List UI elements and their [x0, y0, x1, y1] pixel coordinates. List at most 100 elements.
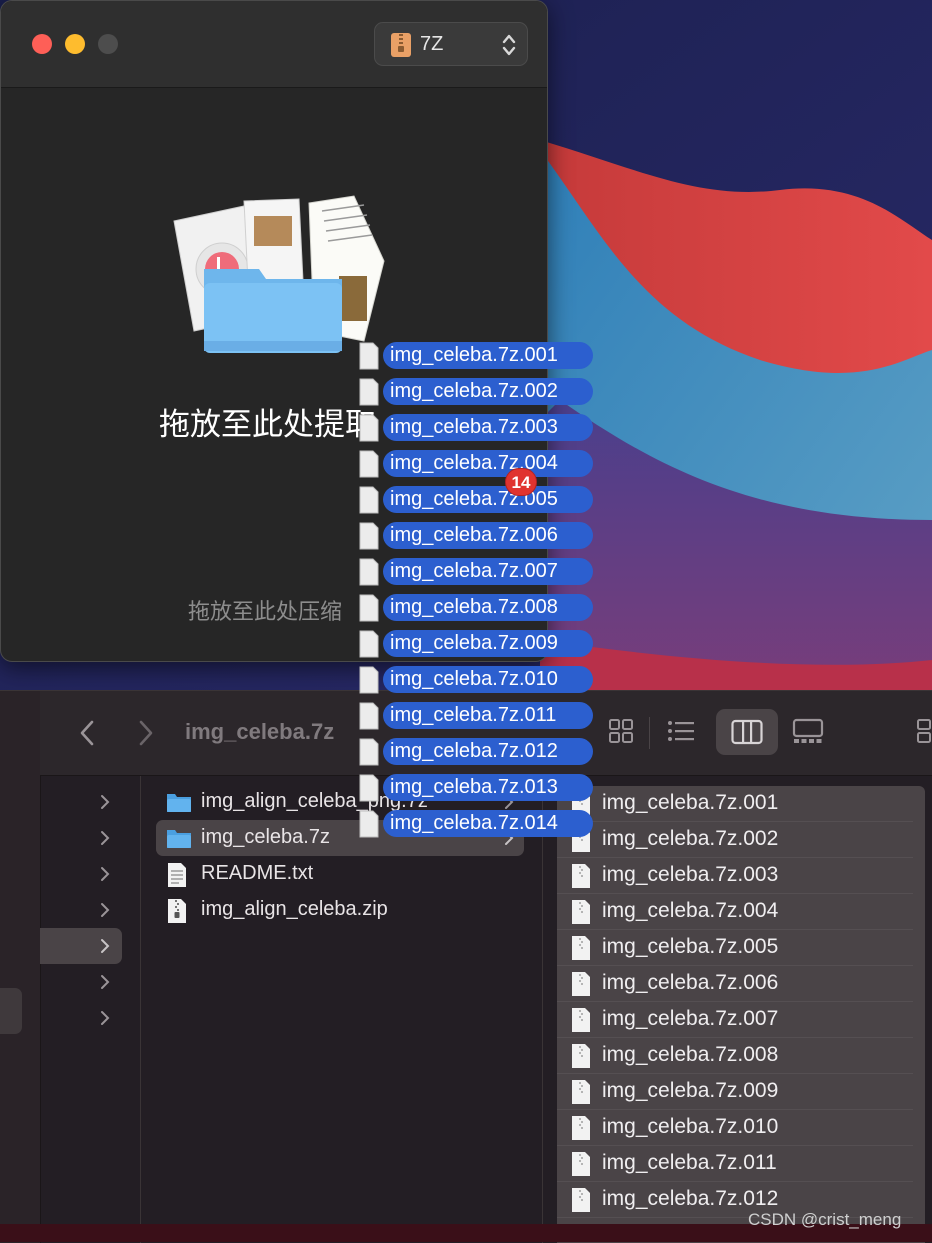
item-label: img_celeba.7z.009	[602, 1079, 779, 1102]
list-item[interactable]: img_celeba.7z.005	[557, 930, 913, 966]
list-item[interactable]: img_celeba.7z.004	[557, 894, 913, 930]
item-label: img_celeba.7z.012	[602, 1187, 779, 1210]
forward-chevron-icon[interactable]	[137, 719, 155, 747]
drag-item-label: img_celeba.7z.007	[390, 560, 558, 582]
chevron-right-icon	[101, 831, 110, 845]
zip-file-icon	[572, 972, 590, 996]
close-window-button[interactable]	[32, 34, 52, 54]
list-item[interactable]: img_celeba.7z.009	[557, 1074, 913, 1110]
archiver-titlebar: 7Z	[1, 1, 547, 88]
list-item[interactable]	[40, 820, 140, 856]
list-item[interactable]: img_celeba.7z.007	[557, 1002, 913, 1038]
item-label: img_celeba.7z.010	[602, 1115, 779, 1138]
format-label: 7Z	[420, 33, 444, 55]
drag-ghost-item: img_celeba.7z.013	[356, 773, 596, 803]
drag-item-label: img_celeba.7z.001	[390, 344, 558, 366]
list-item[interactable]	[40, 892, 140, 928]
column-folder-contents: img_align_celeba_png.7z img_celeba.7z RE…	[140, 776, 543, 1243]
list-item-selected[interactable]	[40, 928, 122, 964]
group-icon[interactable]	[916, 717, 932, 745]
list-item[interactable]: img_celeba.7z.002	[557, 822, 913, 858]
drag-ghost-item: img_celeba.7z.001	[356, 341, 596, 371]
item-label: img_celeba.7z.006	[602, 971, 779, 994]
drag-ghost-item: img_celeba.7z.011	[356, 701, 596, 731]
chevron-right-icon	[101, 939, 110, 953]
drag-label-pill: img_celeba.7z.006	[383, 522, 593, 549]
extract-folder-icon	[173, 195, 385, 353]
list-item[interactable]: img_celeba.7z.001	[557, 786, 913, 822]
list-item[interactable]	[40, 964, 140, 1000]
zip-file-icon	[572, 1116, 590, 1140]
drag-item-label: img_celeba.7z.010	[390, 668, 558, 690]
document-icon	[359, 558, 379, 586]
drag-ghost-list: img_celeba.7z.001 img_celeba.7z.002 img_ce…	[356, 341, 596, 841]
minimize-window-button[interactable]	[65, 34, 85, 54]
list-item[interactable]: img_celeba.7z.010	[557, 1110, 913, 1146]
list-item[interactable]: README.txt	[156, 856, 524, 892]
drag-label-pill: img_celeba.7z.007	[383, 558, 593, 585]
list-item[interactable]	[40, 784, 140, 820]
folder-icon	[167, 794, 191, 812]
gallery-view-icon[interactable]	[792, 717, 824, 745]
item-label: img_celeba.7z.011	[602, 1151, 777, 1174]
zip-file-icon	[572, 936, 590, 960]
drop-to-compress-label: 拖放至此处压缩	[188, 600, 343, 625]
list-item[interactable]: img_celeba.7z.011	[557, 1146, 913, 1182]
zoom-window-button[interactable]	[98, 34, 118, 54]
item-label: img_celeba.7z.003	[602, 863, 779, 886]
list-item[interactable]	[40, 1000, 140, 1036]
window-title: img_celeba.7z	[185, 719, 335, 744]
document-icon	[359, 342, 379, 370]
back-chevron-icon[interactable]	[78, 719, 96, 747]
list-item[interactable]: img_align_celeba.zip	[156, 892, 524, 928]
document-icon	[359, 630, 379, 658]
drag-item-label: img_celeba.7z.012	[390, 740, 558, 762]
list-item[interactable]: img_celeba.7z.008	[557, 1038, 913, 1074]
drag-label-pill: img_celeba.7z.005	[383, 486, 593, 513]
drag-ghost-item: img_celeba.7z.014	[356, 809, 596, 839]
format-select[interactable]: 7Z	[374, 22, 528, 66]
column-view-button[interactable]	[716, 709, 778, 755]
drag-label-pill: img_celeba.7z.013	[383, 774, 593, 801]
document-icon	[359, 594, 379, 622]
document-icon	[359, 378, 379, 406]
item-label: img_celeba.7z.007	[602, 1007, 779, 1030]
list-view-icon[interactable]	[666, 717, 696, 745]
column-archive-parts: img_celeba.7z.001 img_celeba.7z.002 img_ce…	[557, 786, 925, 1243]
zip-archive-icon	[391, 33, 411, 57]
column-view-icon	[731, 719, 763, 745]
drag-ghost-item: img_celeba.7z.007	[356, 557, 596, 587]
list-item[interactable]: img_celeba.7z.003	[557, 858, 913, 894]
drag-label-pill: img_celeba.7z.008	[383, 594, 593, 621]
drag-label-pill: img_celeba.7z.014	[383, 810, 593, 837]
document-icon	[359, 522, 379, 550]
drag-label-pill: img_celeba.7z.012	[383, 738, 593, 765]
drag-item-label: img_celeba.7z.003	[390, 416, 558, 438]
column-parent	[40, 776, 141, 1243]
list-item[interactable]	[40, 856, 140, 892]
drag-label-pill: img_celeba.7z.009	[383, 630, 593, 657]
chevron-right-icon	[101, 975, 110, 989]
drag-ghost-item: img_celeba.7z.006	[356, 521, 596, 551]
sidebar-selected-item[interactable]	[0, 988, 22, 1034]
drag-label-pill: img_celeba.7z.002	[383, 378, 593, 405]
drag-label-pill: img_celeba.7z.004	[383, 450, 593, 477]
toolbar-separator	[649, 717, 650, 749]
drag-ghost-item: img_celeba.7z.002	[356, 377, 596, 407]
document-icon	[359, 738, 379, 766]
drag-ghost-item: img_celeba.7z.005	[356, 485, 596, 515]
item-label: img_celeba.7z.004	[602, 899, 779, 922]
drag-label-pill: img_celeba.7z.010	[383, 666, 593, 693]
zip-file-icon	[572, 1080, 590, 1104]
finder-sidebar	[0, 691, 41, 1243]
drag-item-label: img_celeba.7z.013	[390, 776, 558, 798]
chevron-right-icon	[101, 795, 110, 809]
chevron-right-icon	[101, 867, 110, 881]
updown-chevron-icon	[502, 34, 516, 56]
drag-item-label: img_celeba.7z.011	[390, 704, 557, 726]
list-item[interactable]: img_celeba.7z.006	[557, 966, 913, 1002]
item-label: README.txt	[201, 862, 314, 884]
drag-item-label: img_celeba.7z.006	[390, 524, 558, 546]
icon-view-icon[interactable]	[608, 717, 634, 745]
drag-item-label: img_celeba.7z.008	[390, 596, 558, 618]
